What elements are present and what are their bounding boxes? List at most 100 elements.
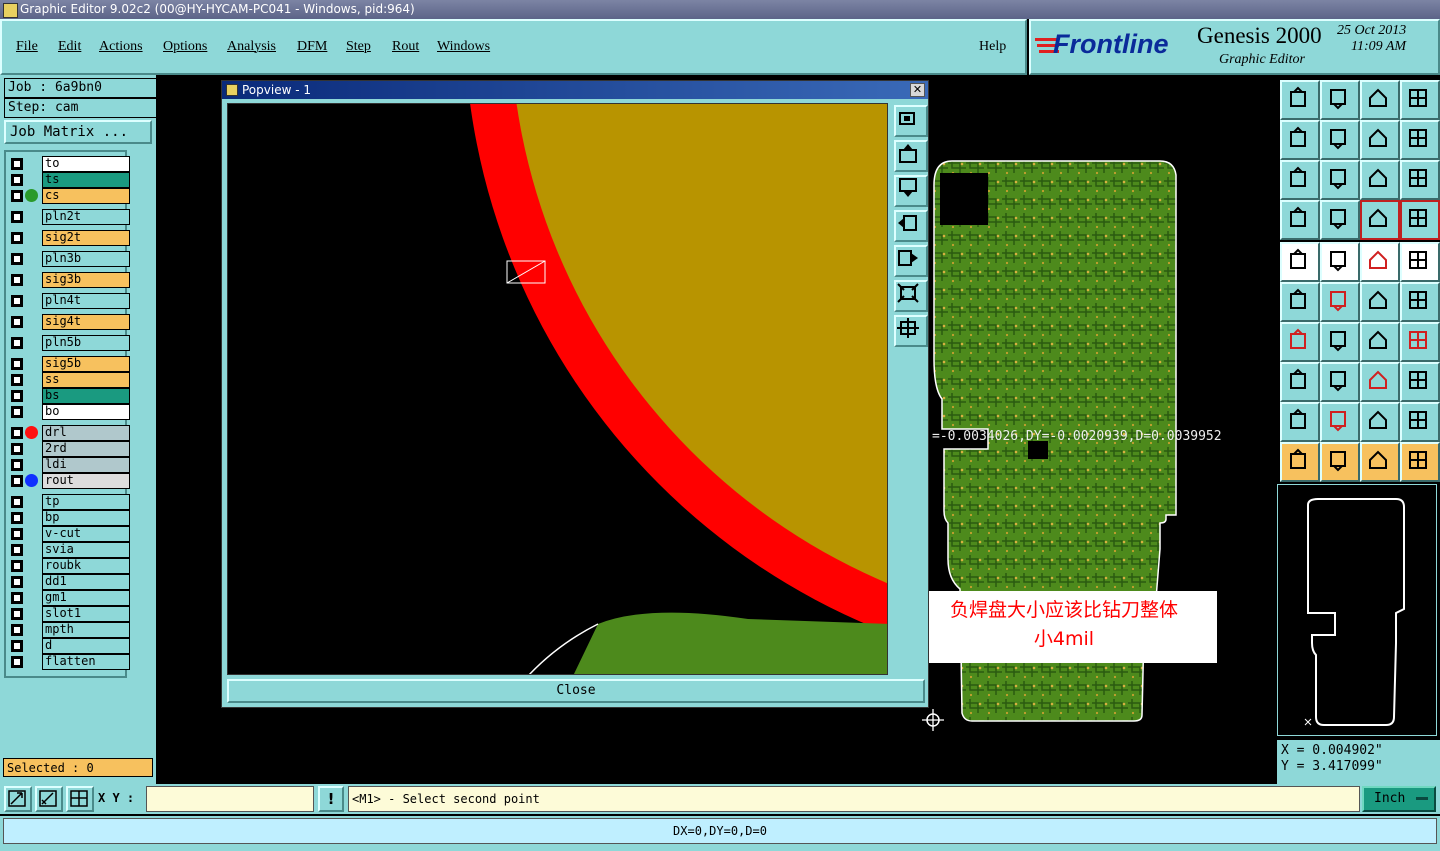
layer-checkbox[interactable] <box>11 427 23 439</box>
layer-row-2rd[interactable]: 2rd <box>8 441 130 457</box>
layer-checkbox[interactable] <box>11 232 23 244</box>
tool-cross-button[interactable] <box>1320 282 1360 322</box>
tool-feature-button[interactable] <box>1400 322 1440 362</box>
layer-name[interactable]: dd1 <box>42 574 130 590</box>
layer-checkbox[interactable] <box>11 158 23 170</box>
menu-rout[interactable]: Rout <box>392 39 419 55</box>
layer-checkbox[interactable] <box>11 374 23 386</box>
tool-circle-button[interactable] <box>1400 242 1440 282</box>
menu-analysis[interactable]: Analysis <box>227 39 276 55</box>
layer-name[interactable]: tp <box>42 494 130 510</box>
tool-scale-1-2-button[interactable] <box>1360 160 1400 200</box>
layer-row-to[interactable]: to <box>8 156 130 172</box>
layer-checkbox[interactable] <box>11 443 23 455</box>
tool-select-shape-button[interactable] <box>1400 362 1440 402</box>
layer-display-dot-icon[interactable] <box>25 426 38 439</box>
layer-checkbox[interactable] <box>11 274 23 286</box>
unit-selector[interactable]: Inch <box>1362 786 1436 812</box>
layer-row-sig5b[interactable]: sig5b <box>8 356 130 372</box>
tool-cut-button[interactable] <box>1320 362 1360 402</box>
tool-angle-button[interactable] <box>1280 322 1320 362</box>
layer-checkbox[interactable] <box>11 544 23 556</box>
layer-name[interactable]: rout <box>42 473 130 489</box>
layer-checkbox[interactable] <box>11 253 23 265</box>
layer-name[interactable]: d <box>42 638 130 654</box>
layer-checkbox[interactable] <box>11 576 23 588</box>
layer-name[interactable]: flatten <box>42 654 130 670</box>
tool-fit-all-button[interactable] <box>1280 160 1320 200</box>
popview-pan-left-button[interactable] <box>894 210 928 242</box>
tool-triangle-d-button[interactable] <box>1400 402 1440 442</box>
layer-name[interactable]: ts <box>42 172 130 188</box>
tool-pointer-box-button[interactable] <box>1320 442 1360 482</box>
layer-checkbox[interactable] <box>11 640 23 652</box>
menu-edit[interactable]: Edit <box>58 39 81 55</box>
layer-checkbox[interactable] <box>11 211 23 223</box>
layer-name[interactable]: to <box>42 156 130 172</box>
layer-checkbox[interactable] <box>11 512 23 524</box>
tool-move-left-button[interactable] <box>1280 120 1320 160</box>
layer-name[interactable]: v-cut <box>42 526 130 542</box>
xy-input[interactable] <box>146 786 314 812</box>
layer-name[interactable]: mpth <box>42 622 130 638</box>
layer-checkbox[interactable] <box>11 592 23 604</box>
layer-name[interactable]: bp <box>42 510 130 526</box>
layer-name[interactable]: roubk <box>42 558 130 574</box>
tool-split-h-button[interactable] <box>1400 120 1440 160</box>
layer-checkbox[interactable] <box>11 316 23 328</box>
layer-checkbox[interactable] <box>11 608 23 620</box>
tool-swap-button[interactable] <box>1360 120 1400 160</box>
layer-name[interactable]: bs <box>42 388 130 404</box>
job-matrix-button[interactable]: Job Matrix ... <box>4 120 152 144</box>
layer-row-dd1[interactable]: dd1 <box>8 574 130 590</box>
layer-row-rout[interactable]: rout <box>8 473 130 489</box>
tool-polygon-button[interactable] <box>1320 242 1360 282</box>
layer-checkbox[interactable] <box>11 358 23 370</box>
layer-name[interactable]: sig2t <box>42 230 130 246</box>
layer-name[interactable]: pln3b <box>42 251 130 267</box>
layer-name[interactable]: svia <box>42 542 130 558</box>
popview-pan-right-button[interactable] <box>894 245 928 277</box>
layer-row-svia[interactable]: svia <box>8 542 130 558</box>
layer-name[interactable]: ldi <box>42 457 130 473</box>
popview-zoom-window-button[interactable] <box>894 105 928 137</box>
layer-checkbox[interactable] <box>11 528 23 540</box>
layer-row-gm1[interactable]: gm1 <box>8 590 130 606</box>
layer-checkbox[interactable] <box>11 459 23 471</box>
tool-line-button[interactable] <box>1320 322 1360 362</box>
tool-triangle-c-button[interactable] <box>1360 402 1400 442</box>
layer-name[interactable]: pln2t <box>42 209 130 225</box>
layer-name[interactable]: sig5b <box>42 356 130 372</box>
tool-route-button[interactable] <box>1400 442 1440 482</box>
layer-row-ts[interactable]: ts <box>8 172 130 188</box>
layer-row-sig2t[interactable]: sig2t <box>8 230 130 246</box>
layer-row-pln2t[interactable]: pln2t <box>8 209 130 225</box>
layer-name[interactable]: sig3b <box>42 272 130 288</box>
layer-checkbox[interactable] <box>11 406 23 418</box>
tool-help-query-button[interactable] <box>1400 160 1440 200</box>
layer-row-pln5b[interactable]: pln5b <box>8 335 130 351</box>
tool-layer-sel-b-button[interactable] <box>1400 200 1440 240</box>
layer-row-mpth[interactable]: mpth <box>8 622 130 638</box>
menu-file[interactable]: File <box>16 39 38 55</box>
popview-canvas[interactable] <box>227 103 888 675</box>
layer-checkbox[interactable] <box>11 337 23 349</box>
tool-connect-button[interactable] <box>1280 282 1320 322</box>
layer-name[interactable]: gm1 <box>42 590 130 606</box>
layer-name[interactable]: 2rd <box>42 441 130 457</box>
tool-fit-vertical-button[interactable] <box>1320 160 1360 200</box>
layer-display-dot-icon[interactable] <box>25 189 38 202</box>
layer-name[interactable]: bo <box>42 404 130 420</box>
tool-pointer-button[interactable] <box>1280 442 1320 482</box>
popview-zoom-in-button[interactable] <box>894 315 928 347</box>
layer-name[interactable]: drl <box>42 425 130 441</box>
layer-row-pln3b[interactable]: pln3b <box>8 251 130 267</box>
layer-checkbox[interactable] <box>11 390 23 402</box>
popview-pan-down-button[interactable] <box>894 175 928 207</box>
board-overview-map[interactable] <box>1277 484 1437 736</box>
layer-checkbox[interactable] <box>11 475 23 487</box>
layer-row-roubk[interactable]: roubk <box>8 558 130 574</box>
layer-checkbox[interactable] <box>11 560 23 572</box>
layer-display-dot-icon[interactable] <box>25 474 38 487</box>
layer-checkbox[interactable] <box>11 295 23 307</box>
